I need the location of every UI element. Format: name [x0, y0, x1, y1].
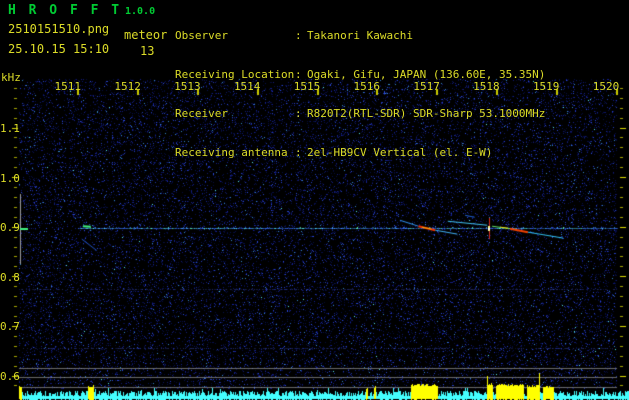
observation-mode: meteor [124, 28, 168, 42]
info-label: Receiving antenna [175, 146, 288, 159]
station-info-panel: Observer : Takanori Kawachi Receiving Lo… [175, 3, 545, 185]
info-colon: : [295, 146, 302, 159]
y-axis-unit: kHz [1, 71, 21, 84]
app-title: H R O F F T [8, 3, 122, 18]
x-axis-label: 1516 [353, 80, 381, 93]
x-axis-label: 1515 [293, 80, 321, 93]
info-row-antenna: Receiving antenna : 2el-HB9CV Vertical (… [175, 146, 545, 159]
app-version: 1.0.0 [125, 6, 156, 17]
info-value: Takanori Kawachi [307, 29, 413, 42]
info-row-observer: Observer : Takanori Kawachi [175, 29, 545, 42]
info-colon: : [295, 29, 302, 42]
observation-datetime: 25.10.15 15:10 [8, 42, 110, 56]
y-axis-label: 0.7 [0, 320, 20, 334]
y-axis-label: 0.9 [0, 221, 20, 235]
y-axis-label: 0.8 [0, 270, 20, 284]
hrofft-screen: H R O F F T 1.0.0 2510151510.png meteor … [0, 0, 629, 400]
echo-count: 13 [140, 44, 155, 58]
y-axis-label: 0.6 [0, 370, 20, 383]
x-axis-label: 1517 [413, 80, 440, 93]
info-row-receiver: Receiver : R820T2(RTL-SDR) SDR-Sharp 53.… [175, 107, 545, 120]
info-colon: : [295, 107, 302, 120]
info-label: Observer [175, 29, 228, 42]
x-axis-label: 1518 [473, 80, 500, 93]
x-axis-label: 1512 [114, 80, 141, 93]
info-label: Receiver [175, 107, 228, 120]
info-value: 2el-HB9CV Vertical (el. E-W) [307, 146, 493, 159]
x-axis-label: 1513 [174, 80, 201, 93]
output-filename: 2510151510.png [8, 22, 110, 36]
info-value: R820T2(RTL-SDR) SDR-Sharp 53.1000MHz [307, 107, 546, 120]
x-axis-label: 1514 [233, 80, 261, 93]
x-axis-label: 1511 [54, 80, 82, 93]
x-axis-label: 1520 [592, 80, 620, 93]
y-axis-label: 1.1 [0, 122, 20, 135]
x-axis-label: 1519 [532, 80, 560, 93]
y-axis-label: 1.0 [0, 171, 20, 185]
